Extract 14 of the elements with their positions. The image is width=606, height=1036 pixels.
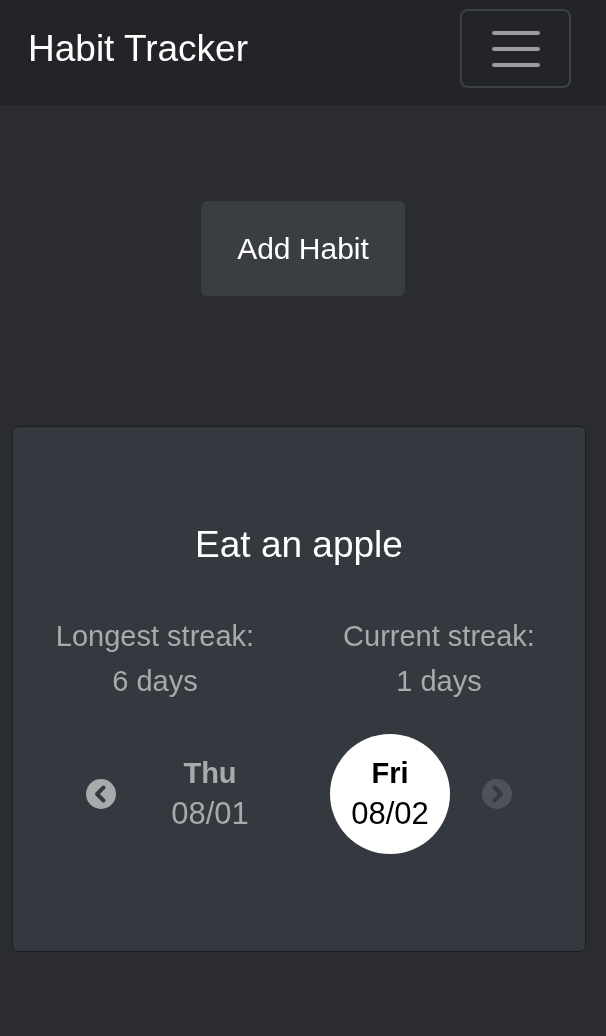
streak-value: 1 days	[396, 664, 482, 699]
previous-day-button[interactable]	[86, 779, 116, 809]
streak-label: Longest streak:	[55, 619, 255, 654]
menu-button[interactable]	[460, 9, 571, 88]
streak-value: 6 days	[112, 664, 198, 699]
day-button[interactable]: Thu 08/01	[150, 734, 270, 854]
chevron-right-icon	[482, 779, 512, 809]
chevron-left-icon	[86, 779, 116, 809]
day-button[interactable]: Fri 08/02	[330, 734, 450, 854]
streak-label: Current streak:	[343, 619, 535, 654]
habit-name: Eat an apple	[195, 526, 403, 564]
menu-icon	[491, 30, 540, 67]
app-title[interactable]: Habit Tracker	[28, 9, 248, 88]
add-habit-button[interactable]: Add Habit	[201, 201, 405, 296]
